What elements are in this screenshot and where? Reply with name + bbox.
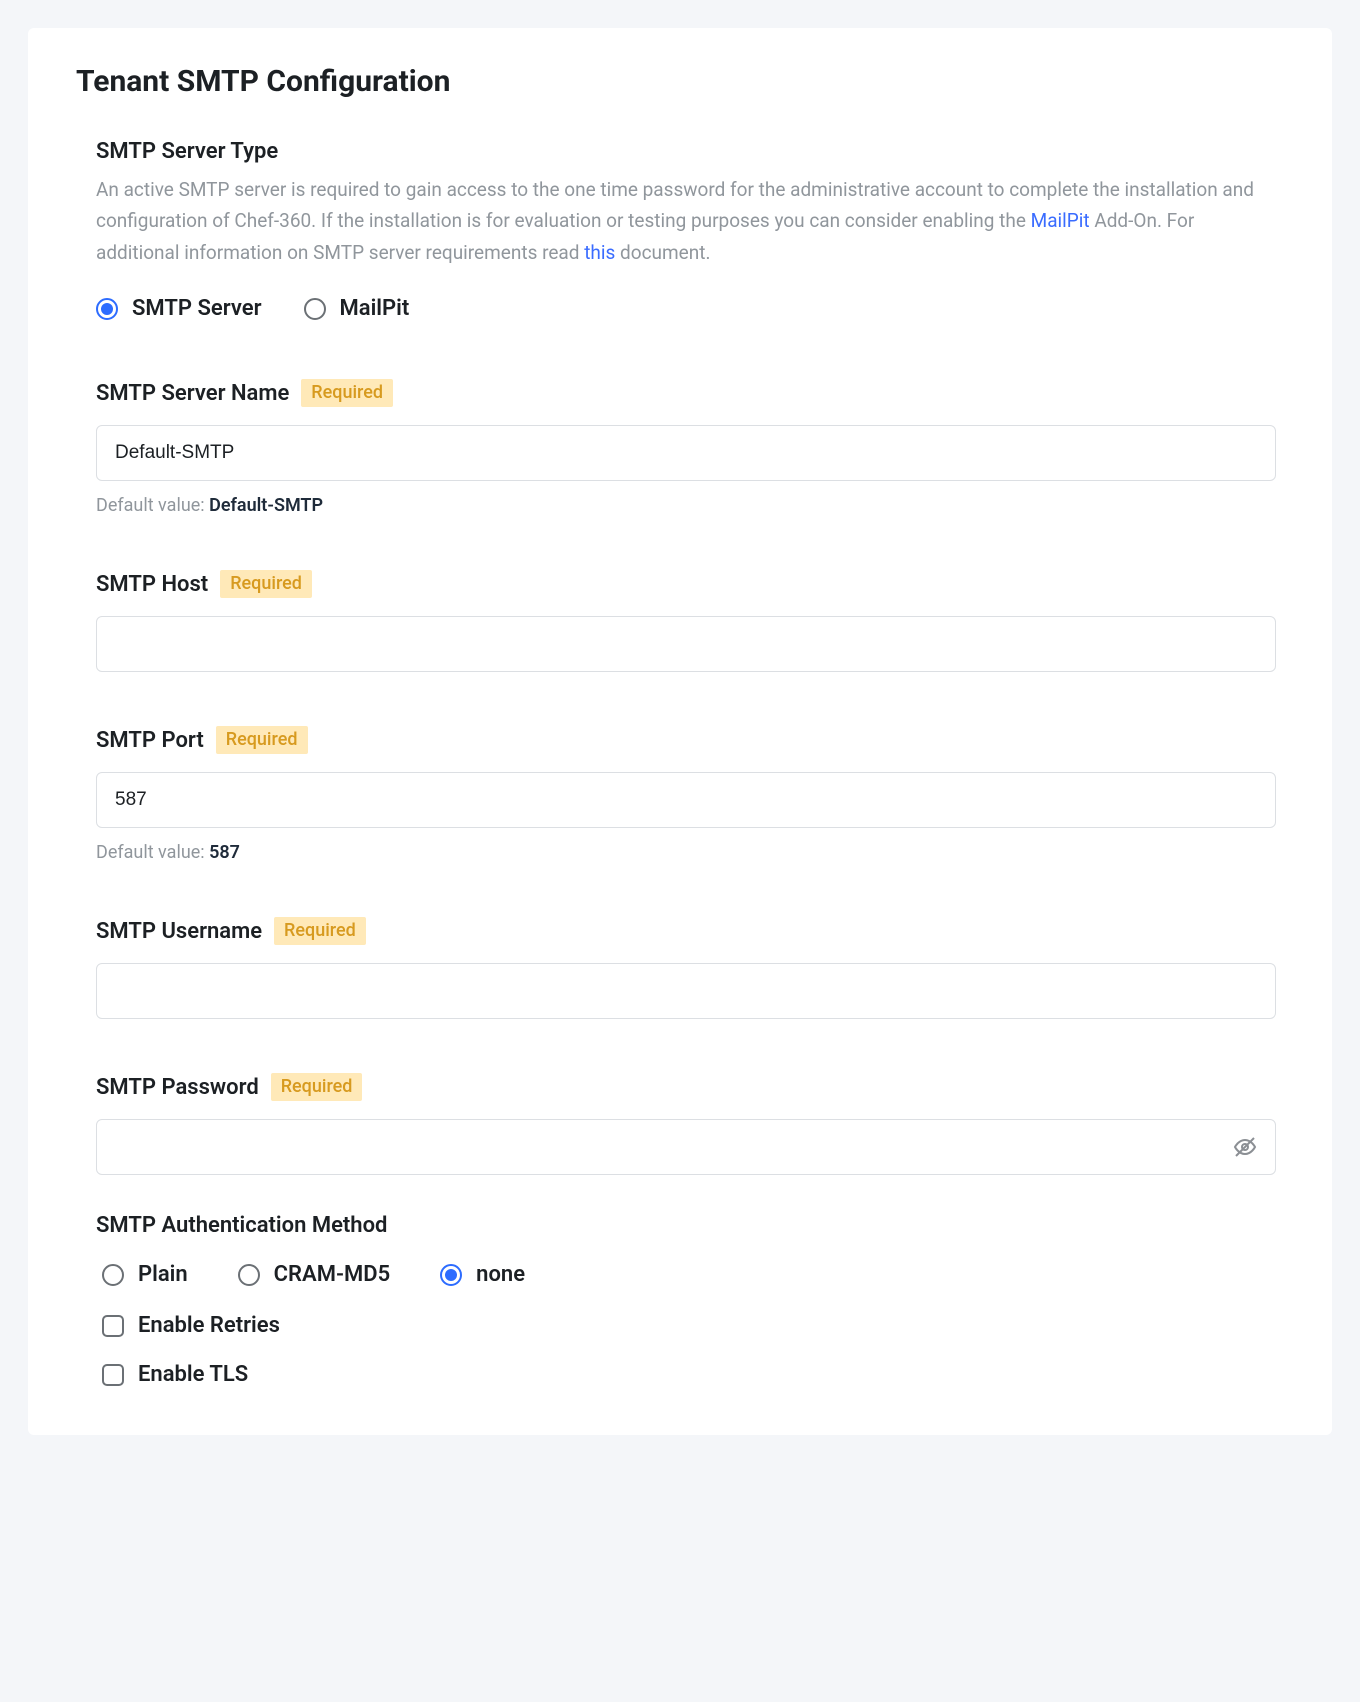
checkbox-icon [102, 1315, 124, 1337]
smtp-config-card: Tenant SMTP Configuration SMTP Server Ty… [28, 28, 1332, 1435]
field-label: SMTP Port [96, 728, 204, 753]
server-type-heading: SMTP Server Type [96, 139, 1276, 164]
field-password: SMTP Password Required [96, 1073, 1276, 1175]
host-input[interactable] [96, 616, 1276, 672]
server-name-input[interactable] [96, 425, 1276, 481]
radio-label: SMTP Server [132, 296, 262, 321]
radio-label: none [476, 1262, 525, 1287]
page-title: Tenant SMTP Configuration [76, 64, 1284, 99]
required-badge: Required [271, 1073, 363, 1101]
radio-mailpit[interactable]: MailPit [304, 296, 410, 321]
required-badge: Required [220, 570, 312, 598]
radio-icon [102, 1264, 124, 1286]
field-host: SMTP Host Required [96, 570, 1276, 672]
default-value: 587 [209, 842, 240, 863]
desc-text-post: document. [615, 241, 710, 264]
server-name-default-hint: Default value: Default-SMTP [96, 495, 1276, 516]
field-label: SMTP Username [96, 919, 262, 944]
required-badge: Required [301, 379, 393, 407]
password-input[interactable] [96, 1119, 1276, 1175]
username-input[interactable] [96, 963, 1276, 1019]
port-default-hint: Default value: 587 [96, 842, 1276, 863]
field-label: SMTP Host [96, 572, 208, 597]
checkbox-enable-retries[interactable]: Enable Retries [102, 1313, 1276, 1338]
checkbox-label: Enable TLS [138, 1362, 248, 1387]
field-port: SMTP Port Required Default value: 587 [96, 726, 1276, 863]
server-type-radio-group: SMTP Server MailPit [96, 296, 1276, 321]
default-prefix: Default value: [96, 495, 209, 516]
radio-icon [238, 1264, 260, 1286]
radio-label: CRAM-MD5 [274, 1262, 391, 1287]
port-input[interactable] [96, 772, 1276, 828]
mailpit-link[interactable]: MailPit [1031, 209, 1090, 232]
radio-smtp-server[interactable]: SMTP Server [96, 296, 262, 321]
field-label: SMTP Server Name [96, 381, 289, 406]
auth-method-heading: SMTP Authentication Method [96, 1213, 1276, 1238]
radio-icon [440, 1264, 462, 1286]
checkbox-label: Enable Retries [138, 1313, 280, 1338]
checkbox-enable-tls[interactable]: Enable TLS [102, 1362, 1276, 1387]
required-badge: Required [274, 917, 366, 945]
field-server-name: SMTP Server Name Required Default value:… [96, 379, 1276, 516]
field-label: SMTP Password [96, 1075, 259, 1100]
radio-label: MailPit [340, 296, 410, 321]
checkbox-icon [102, 1364, 124, 1386]
radio-auth-plain[interactable]: Plain [102, 1262, 188, 1287]
server-type-description: An active SMTP server is required to gai… [96, 174, 1276, 268]
radio-label: Plain [138, 1262, 188, 1287]
radio-icon [304, 298, 326, 320]
auth-method-radio-group: Plain CRAM-MD5 none [96, 1262, 1276, 1287]
required-badge: Required [216, 726, 308, 754]
field-username: SMTP Username Required [96, 917, 1276, 1019]
default-prefix: Default value: [96, 842, 209, 863]
default-value: Default-SMTP [209, 495, 323, 516]
radio-auth-none[interactable]: none [440, 1262, 525, 1287]
toggle-password-visibility-icon[interactable] [1232, 1134, 1258, 1160]
docs-link[interactable]: this [584, 241, 615, 264]
radio-auth-cram-md5[interactable]: CRAM-MD5 [238, 1262, 391, 1287]
radio-icon [96, 298, 118, 320]
